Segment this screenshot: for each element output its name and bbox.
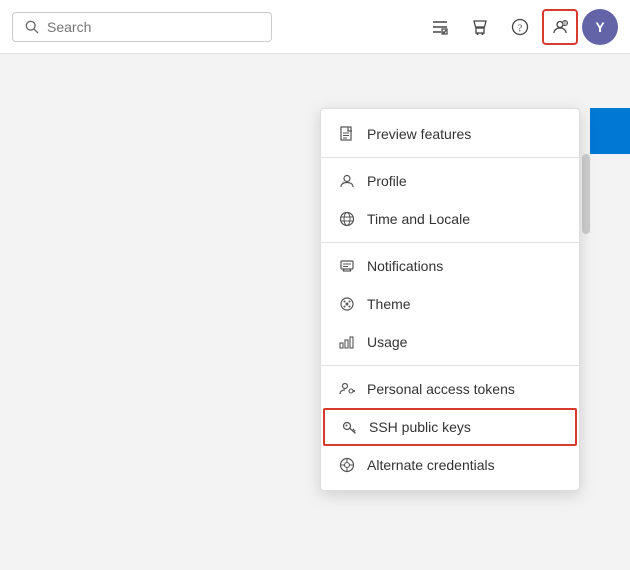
theme-icon xyxy=(337,294,357,314)
person-key-icon xyxy=(337,379,357,399)
help-button[interactable]: ? xyxy=(502,9,538,45)
menu-label-alternate-credentials: Alternate credentials xyxy=(367,457,495,473)
menu-item-usage[interactable]: Usage xyxy=(321,323,579,361)
search-icon xyxy=(25,20,39,34)
topbar-icons: ? ⚙ Y xyxy=(422,9,618,45)
store-icon xyxy=(471,18,489,36)
alternate-credentials-icon xyxy=(337,455,357,475)
usage-icon xyxy=(337,332,357,352)
menu-item-alternate-credentials[interactable]: Alternate credentials xyxy=(321,446,579,484)
menu-label-ssh-public-keys: SSH public keys xyxy=(369,419,471,435)
dropdown-menu: Preview features Profile xyxy=(320,108,580,491)
divider-1 xyxy=(321,157,579,158)
menu-label-preview-features: Preview features xyxy=(367,126,471,142)
document-icon xyxy=(337,124,357,144)
menu-label-personal-access-tokens: Personal access tokens xyxy=(367,381,515,397)
blue-accent-block xyxy=(590,108,630,154)
menu-label-theme: Theme xyxy=(367,296,411,312)
store-button[interactable] xyxy=(462,9,498,45)
scrollbar[interactable] xyxy=(582,154,590,234)
menu-item-profile[interactable]: Profile xyxy=(321,162,579,200)
divider-2 xyxy=(321,242,579,243)
menu-label-profile: Profile xyxy=(367,173,407,189)
menu-item-theme[interactable]: Theme xyxy=(321,285,579,323)
search-input[interactable] xyxy=(47,19,259,35)
menu-item-personal-access-tokens[interactable]: Personal access tokens xyxy=(321,370,579,408)
user-settings-icon: ⚙ xyxy=(551,18,569,36)
profile-icon xyxy=(337,171,357,191)
menu-label-notifications: Notifications xyxy=(367,258,443,274)
divider-3 xyxy=(321,365,579,366)
task-list-button[interactable] xyxy=(422,9,458,45)
globe-icon xyxy=(337,209,357,229)
task-list-icon xyxy=(431,18,449,36)
topbar: ? ⚙ Y xyxy=(0,0,630,54)
menu-item-preview-features[interactable]: Preview features xyxy=(321,115,579,153)
notifications-icon xyxy=(337,256,357,276)
menu-item-ssh-public-keys[interactable]: SSH public keys xyxy=(323,408,577,446)
help-icon: ? xyxy=(511,18,529,36)
svg-text:?: ? xyxy=(518,23,523,34)
user-settings-button[interactable]: ⚙ xyxy=(542,9,578,45)
menu-item-time-locale[interactable]: Time and Locale xyxy=(321,200,579,238)
menu-item-notifications[interactable]: Notifications xyxy=(321,247,579,285)
key-icon xyxy=(339,417,359,437)
menu-label-usage: Usage xyxy=(367,334,407,350)
menu-label-time-locale: Time and Locale xyxy=(367,211,470,227)
search-box[interactable] xyxy=(12,12,272,42)
avatar[interactable]: Y xyxy=(582,9,618,45)
